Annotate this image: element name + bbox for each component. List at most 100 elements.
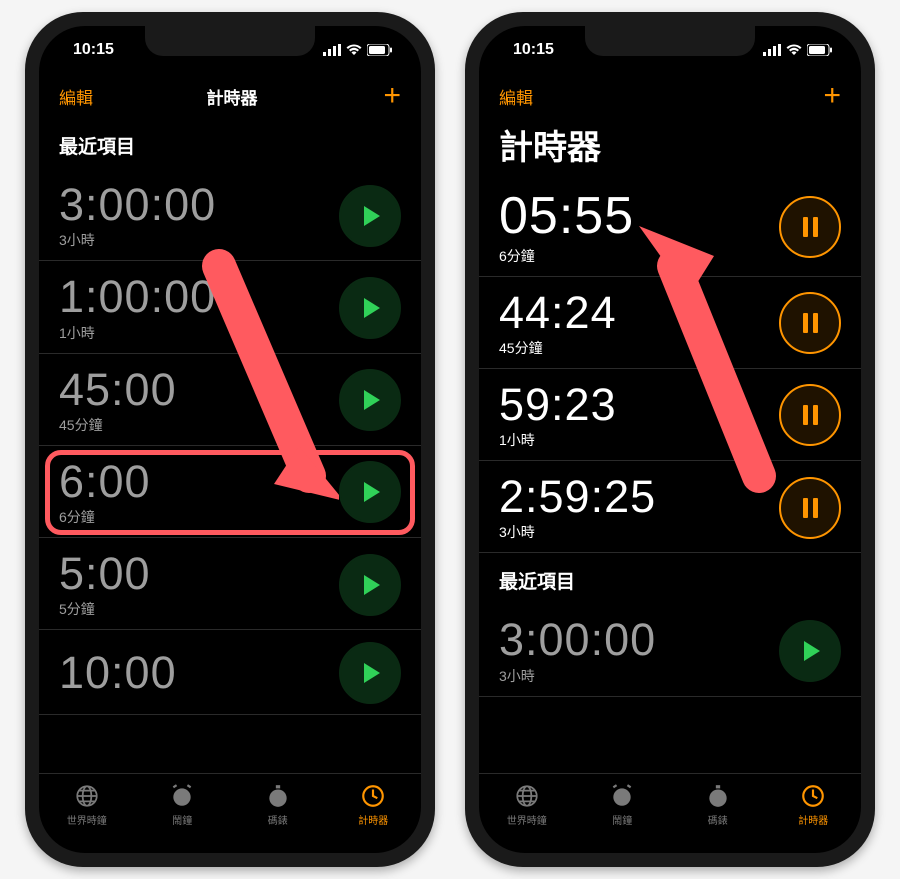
tab-label: 鬧鐘 bbox=[172, 812, 192, 827]
pause-button[interactable] bbox=[779, 292, 841, 354]
list-item[interactable]: 5:00 5分鐘 bbox=[39, 538, 421, 630]
pause-icon bbox=[803, 217, 818, 237]
alarm-icon bbox=[609, 783, 635, 809]
tab-label: 計時器 bbox=[798, 812, 828, 827]
pause-button[interactable] bbox=[779, 196, 841, 258]
play-icon bbox=[364, 206, 380, 226]
pause-icon bbox=[803, 405, 818, 425]
tab-label: 世界時鐘 bbox=[507, 812, 547, 827]
timer-value: 10:00 bbox=[59, 649, 177, 696]
stopwatch-icon bbox=[705, 783, 731, 809]
tab-world-clock[interactable]: 世界時鐘 bbox=[479, 774, 575, 835]
timer-label: 5分鐘 bbox=[59, 599, 151, 619]
wifi-icon bbox=[346, 44, 362, 56]
play-button[interactable] bbox=[339, 461, 401, 523]
list-item[interactable]: 59:23 1小時 bbox=[479, 369, 861, 461]
timer-label: 3小時 bbox=[59, 230, 216, 250]
screen: 10:15 編輯 + 計時器 05:55 6分鐘 4 bbox=[479, 26, 861, 853]
notch bbox=[585, 26, 755, 56]
timer-value: 59:23 bbox=[499, 381, 617, 428]
pause-button[interactable] bbox=[779, 477, 841, 539]
timer-icon bbox=[360, 783, 386, 809]
tab-alarm[interactable]: 鬧鐘 bbox=[135, 774, 231, 835]
edit-button[interactable]: 編輯 bbox=[499, 84, 533, 109]
phone-right: 10:15 編輯 + 計時器 05:55 6分鐘 4 bbox=[465, 12, 875, 867]
timer-label: 45分鐘 bbox=[59, 415, 177, 435]
timer-label: 1小時 bbox=[499, 430, 617, 450]
tab-timer[interactable]: 計時器 bbox=[766, 774, 862, 835]
tab-label: 鬧鐘 bbox=[612, 812, 632, 827]
timer-label: 3小時 bbox=[499, 666, 656, 686]
play-button[interactable] bbox=[339, 185, 401, 247]
play-icon bbox=[364, 298, 380, 318]
timer-icon bbox=[800, 783, 826, 809]
globe-icon bbox=[514, 783, 540, 809]
play-icon bbox=[364, 390, 380, 410]
timer-value: 05:55 bbox=[499, 189, 634, 244]
list-item[interactable]: 3:00:00 3小時 bbox=[479, 604, 861, 696]
tab-label: 碼錶 bbox=[268, 812, 288, 827]
nav-title: 計時器 bbox=[93, 84, 371, 109]
play-icon bbox=[364, 575, 380, 595]
list-item[interactable]: 2:59:25 3小時 bbox=[479, 461, 861, 553]
tab-label: 世界時鐘 bbox=[67, 812, 107, 827]
play-button[interactable] bbox=[339, 554, 401, 616]
list-item[interactable]: 3:00:00 3小時 bbox=[39, 169, 421, 261]
play-button[interactable] bbox=[339, 369, 401, 431]
play-button[interactable] bbox=[779, 620, 841, 682]
timer-label: 6分鐘 bbox=[499, 246, 634, 266]
edit-button[interactable]: 編輯 bbox=[59, 84, 93, 109]
page-title: 計時器 bbox=[479, 118, 861, 177]
timer-value: 45:00 bbox=[59, 366, 177, 413]
tab-label: 計時器 bbox=[358, 812, 388, 827]
add-button[interactable]: + bbox=[811, 79, 841, 113]
nav-bar: 編輯 + bbox=[479, 74, 861, 118]
timer-list[interactable]: 3:00:00 3小時 1:00:00 1小時 45:00 45分鐘 bbox=[39, 169, 421, 773]
list-item-highlighted[interactable]: 6:00 6分鐘 bbox=[39, 446, 421, 538]
timer-value: 6:00 bbox=[59, 458, 151, 505]
cellular-icon bbox=[323, 44, 341, 56]
timer-value: 5:00 bbox=[59, 550, 151, 597]
wifi-icon bbox=[786, 44, 802, 56]
timer-label: 3小時 bbox=[499, 522, 656, 542]
notch bbox=[145, 26, 315, 56]
status-time: 10:15 bbox=[513, 41, 554, 59]
list-item[interactable]: 05:55 6分鐘 bbox=[479, 177, 861, 277]
tab-label: 碼錶 bbox=[708, 812, 728, 827]
play-button[interactable] bbox=[339, 277, 401, 339]
play-icon bbox=[804, 641, 820, 661]
tab-bar: 世界時鐘 鬧鐘 碼錶 計時器 bbox=[39, 773, 421, 853]
screen: 10:15 編輯 計時器 + 最近項目 3:00:00 3小時 bbox=[39, 26, 421, 853]
section-header-recent: 最近項目 bbox=[479, 553, 861, 604]
pause-button[interactable] bbox=[779, 384, 841, 446]
section-header-recent: 最近項目 bbox=[39, 118, 421, 169]
tab-world-clock[interactable]: 世界時鐘 bbox=[39, 774, 135, 835]
timer-label: 45分鐘 bbox=[499, 338, 617, 358]
tab-alarm[interactable]: 鬧鐘 bbox=[575, 774, 671, 835]
status-time: 10:15 bbox=[73, 41, 114, 59]
play-button[interactable] bbox=[339, 642, 401, 704]
list-item[interactable]: 10:00 bbox=[39, 630, 421, 715]
timer-value: 3:00:00 bbox=[499, 616, 656, 663]
tab-stopwatch[interactable]: 碼錶 bbox=[230, 774, 326, 835]
tab-timer[interactable]: 計時器 bbox=[326, 774, 422, 835]
tab-bar: 世界時鐘 鬧鐘 碼錶 計時器 bbox=[479, 773, 861, 853]
list-item[interactable]: 45:00 45分鐘 bbox=[39, 354, 421, 446]
play-icon bbox=[364, 482, 380, 502]
status-icons bbox=[323, 44, 393, 56]
list-item[interactable]: 1:00:00 1小時 bbox=[39, 261, 421, 353]
globe-icon bbox=[74, 783, 100, 809]
status-icons bbox=[763, 44, 833, 56]
stopwatch-icon bbox=[265, 783, 291, 809]
list-item[interactable]: 44:24 45分鐘 bbox=[479, 277, 861, 369]
alarm-icon bbox=[169, 783, 195, 809]
add-button[interactable]: + bbox=[371, 79, 401, 113]
tab-stopwatch[interactable]: 碼錶 bbox=[670, 774, 766, 835]
pause-icon bbox=[803, 313, 818, 333]
battery-icon bbox=[367, 44, 393, 56]
timer-label: 6分鐘 bbox=[59, 507, 151, 527]
pause-icon bbox=[803, 498, 818, 518]
running-timers-list[interactable]: 05:55 6分鐘 44:24 45分鐘 59:23 1小時 bbox=[479, 177, 861, 773]
timer-label: 1小時 bbox=[59, 323, 216, 343]
timer-value: 44:24 bbox=[499, 289, 617, 336]
